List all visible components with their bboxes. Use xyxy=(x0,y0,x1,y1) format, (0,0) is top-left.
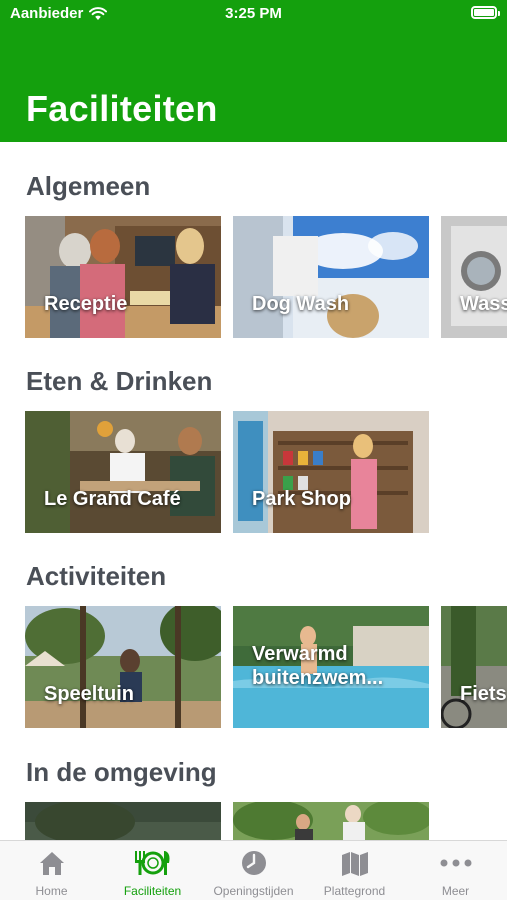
section-title-in-de-omgeving: In de omgeving xyxy=(26,757,217,787)
receptie-photo xyxy=(25,216,221,338)
carousel-algemeen[interactable]: Receptie Dog Wash Wass xyxy=(25,216,507,338)
more-icon xyxy=(440,859,471,867)
card-receptie[interactable]: Receptie xyxy=(25,216,221,338)
carousel-in-de-omgeving[interactable] xyxy=(25,802,507,840)
card-omgeving-1[interactable] xyxy=(25,802,221,840)
carousel-eten-drinken[interactable]: Le Grand Café Park Shop xyxy=(25,411,507,533)
tab-meer[interactable]: Meer xyxy=(405,841,506,900)
card-label: Le Grand Café xyxy=(44,488,181,510)
tab-plattegrond[interactable]: Plattegrond xyxy=(304,841,405,900)
tab-label: Home xyxy=(35,884,68,898)
map-icon xyxy=(341,852,368,876)
card-fietsverhuur[interactable]: Fiets xyxy=(441,606,507,728)
card-label: Park Shop xyxy=(252,488,351,510)
card-wasserette[interactable]: Wass xyxy=(441,216,507,338)
dog-wash-photo xyxy=(233,216,429,338)
card-omgeving-2[interactable] xyxy=(233,802,429,840)
card-label: Wass xyxy=(460,293,507,315)
tab-label: Faciliteiten xyxy=(123,884,182,898)
card-label: Dog Wash xyxy=(252,293,350,315)
card-label: Verwarmd buitenzwem... xyxy=(252,643,384,689)
facilities-content[interactable]: Algemeen Receptie Dog Wash Wass Eten & D… xyxy=(0,142,507,840)
tab-label: Meer xyxy=(441,884,470,898)
battery-icon xyxy=(471,6,500,19)
omgeving-photo-2 xyxy=(233,802,429,840)
home-icon xyxy=(39,852,64,875)
tab-home[interactable]: Home xyxy=(1,841,102,900)
card-label: Speeltuin xyxy=(44,683,135,705)
fiets-photo xyxy=(441,606,507,728)
card-le-grand-cafe[interactable]: Le Grand Café xyxy=(25,411,221,533)
tab-label: Plattegrond xyxy=(323,884,386,898)
clock-icon xyxy=(241,851,266,875)
tab-label: Openingstijden xyxy=(213,884,294,898)
card-verwarmd-buitenzwembad[interactable]: Verwarmd buitenzwem... xyxy=(233,606,429,728)
card-park-shop[interactable]: Park Shop xyxy=(233,411,429,533)
card-label: Fiets xyxy=(460,683,507,705)
section-title-eten-drinken: Eten & Drinken xyxy=(26,366,213,396)
park-shop-photo xyxy=(233,411,429,533)
cafe-photo xyxy=(25,411,221,533)
card-dog-wash[interactable]: Dog Wash xyxy=(233,216,429,338)
cutlery-icon xyxy=(134,851,169,875)
tab-openingstijden[interactable]: Openingstijden xyxy=(203,841,304,900)
section-title-activiteiten: Activiteiten xyxy=(26,561,167,591)
status-bar: Aanbieder 3:25 PM xyxy=(0,0,507,30)
page-title: Faciliteiten xyxy=(26,88,218,129)
card-speeltuin[interactable]: Speeltuin xyxy=(25,606,221,728)
speeltuin-photo xyxy=(25,606,221,728)
status-time: 3:25 PM xyxy=(225,5,282,22)
card-label: Receptie xyxy=(44,293,128,315)
omgeving-photo-1 xyxy=(25,802,221,840)
tab-faciliteiten[interactable]: Faciliteiten xyxy=(102,841,203,900)
carousel-activiteiten[interactable]: Speeltuin Verwarmd buitenzwem... Fiets xyxy=(25,606,507,728)
app-header: Aanbieder 3:25 PM Faciliteiten xyxy=(0,0,507,142)
wasserette-photo xyxy=(441,216,507,338)
tab-bar: Home Faciliteiten Openingstijden Platteg… xyxy=(0,840,507,900)
section-title-algemeen: Algemeen xyxy=(26,171,151,201)
